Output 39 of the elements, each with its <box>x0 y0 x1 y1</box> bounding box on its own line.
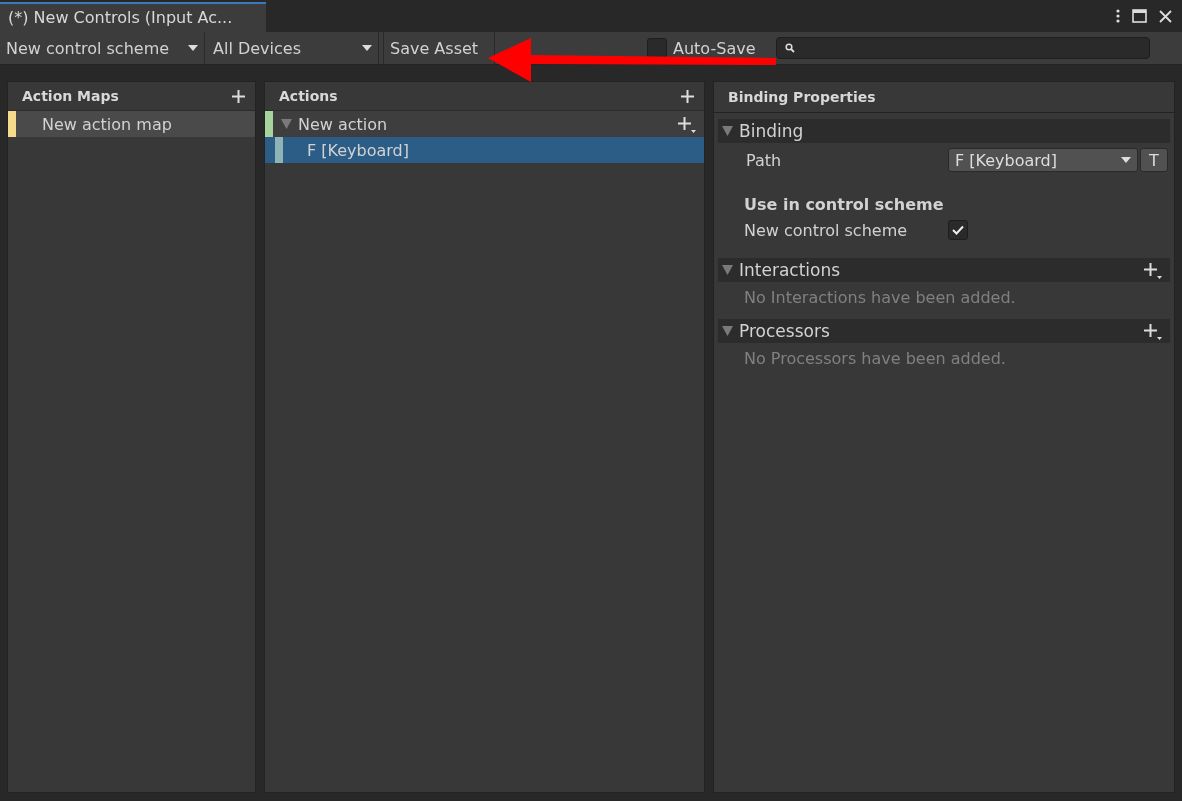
expand-triangle-icon[interactable] <box>722 326 733 336</box>
maximize-icon[interactable] <box>1132 9 1147 23</box>
panel-title: Binding Properties <box>728 89 876 105</box>
search-field[interactable] <box>775 37 1150 59</box>
binding-item[interactable]: F [Keyboard] <box>265 137 704 163</box>
caret-icon <box>362 45 372 51</box>
action-map-item[interactable]: New action map <box>8 111 255 137</box>
caret-icon <box>188 45 198 51</box>
add-icon[interactable] <box>681 89 694 103</box>
caret-icon <box>1121 157 1131 163</box>
section-header[interactable]: Processors <box>718 319 1170 343</box>
empty-message: No Interactions have been added. <box>743 287 1017 307</box>
panel-title: Action Maps <box>22 88 119 104</box>
add-dropdown-icon[interactable] <box>1144 261 1162 279</box>
action-item[interactable]: New action <box>265 111 704 137</box>
expand-triangle-icon[interactable] <box>722 265 733 275</box>
close-icon[interactable] <box>1159 9 1172 23</box>
add-dropdown-icon[interactable] <box>678 115 696 133</box>
add-icon[interactable] <box>232 89 245 103</box>
scheme-heading: Use in control scheme <box>743 194 945 214</box>
auto-save-checkbox[interactable] <box>647 38 667 58</box>
path-dropdown[interactable]: F [Keyboard] <box>948 148 1138 172</box>
add-dropdown-icon[interactable] <box>1144 322 1162 340</box>
text-mode-button[interactable]: T <box>1140 148 1168 172</box>
empty-message: No Processors have been added. <box>743 348 1007 368</box>
window-tab[interactable]: (*) New Controls (Input Ac... <box>0 2 266 32</box>
more-icon[interactable] <box>1116 9 1120 23</box>
expand-triangle-icon[interactable] <box>722 126 733 136</box>
scheme-checkbox[interactable] <box>948 220 968 240</box>
save-asset-button[interactable]: Save Asset <box>383 32 495 64</box>
path-label: Path <box>746 150 783 170</box>
scheme-label: New control scheme <box>744 220 909 240</box>
expand-triangle-icon[interactable] <box>281 119 292 129</box>
section-header[interactable]: Interactions <box>718 258 1170 282</box>
search-icon <box>784 43 795 53</box>
check-icon <box>952 225 964 235</box>
section-header[interactable]: Binding <box>718 119 1170 143</box>
panel-title: Actions <box>279 88 338 104</box>
auto-save-label: Auto-Save <box>673 38 756 58</box>
